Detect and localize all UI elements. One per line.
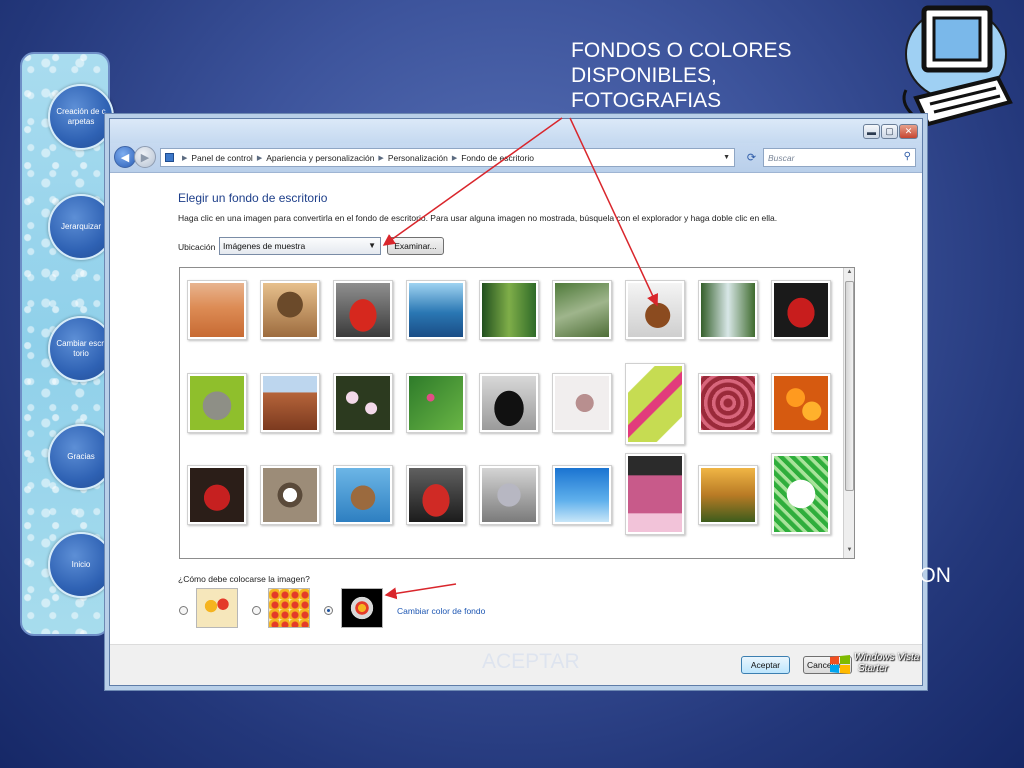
- close-button[interactable]: ✕: [899, 124, 918, 139]
- nav-button-label: Inicio: [71, 560, 91, 569]
- wallpaper-thumbnail-autumn-trees[interactable]: [698, 465, 758, 525]
- accept-button[interactable]: Aceptar: [741, 656, 790, 674]
- nav-button-label: Gracias: [67, 452, 95, 461]
- wallpaper-thumbnail-kung-fu-panda[interactable]: [260, 465, 320, 525]
- wallpaper-gallery: ▲ ▼: [179, 267, 855, 559]
- wallpaper-thumbnail-sports-car-red[interactable]: [406, 465, 466, 525]
- wallpaper-thumbnail-robot[interactable]: [479, 465, 539, 525]
- annotation-aceptar: ACEPTAR: [482, 650, 580, 673]
- location-selected-value: Imágenes de muestra: [223, 241, 306, 251]
- page-instructions: Haga clic en una imagen para convertirla…: [178, 213, 778, 223]
- window-titlebar: ▬ ▢ ✕: [110, 119, 922, 143]
- wallpaper-thumbnail-river[interactable]: [552, 280, 612, 340]
- forward-button[interactable]: ▶: [134, 146, 156, 168]
- maximize-icon: ▢: [885, 126, 894, 136]
- position-question-label: ¿Cómo debe colocarse la imagen?: [178, 574, 310, 584]
- nav-button-inicio[interactable]: Inicio: [48, 532, 114, 598]
- wallpaper-thumbnail-red-robots[interactable]: [187, 465, 247, 525]
- nav-button-creacion-carpetas[interactable]: Creación de carpetas: [48, 84, 114, 150]
- os-brand-line2: Starter: [858, 663, 889, 674]
- dropdown-arrow-icon: ▼: [368, 241, 376, 250]
- position-tile-radio[interactable]: [252, 606, 261, 615]
- nav-button-label: Cambiar escritorio: [56, 339, 106, 358]
- windows-flag-icon: [830, 655, 850, 674]
- scroll-up-icon[interactable]: ▲: [845, 269, 854, 279]
- wallpaper-thumbnail-orange-flowers[interactable]: [771, 373, 831, 433]
- wallpaper-thumbnail-red-sports-car[interactable]: [771, 280, 831, 340]
- gallery-scrollbar[interactable]: ▲ ▼: [843, 268, 854, 558]
- nav-button-gracias[interactable]: Gracias: [48, 424, 114, 490]
- position-center-radio[interactable]: [324, 606, 333, 615]
- breadcrumb-item[interactable]: Panel de control: [191, 153, 252, 163]
- arrow-right-icon: ▶: [140, 151, 150, 164]
- minimize-icon: ▬: [867, 126, 876, 137]
- chevron-right-icon: ▶: [256, 154, 263, 162]
- scroll-down-icon[interactable]: ▼: [845, 547, 854, 557]
- control-panel-icon: [165, 153, 174, 162]
- maximize-button[interactable]: ▢: [881, 124, 898, 139]
- breadcrumb-item[interactable]: Fondo de escritorio: [461, 153, 534, 163]
- slide-navigation-strip: Creación de carpetas Jerarquizar Cambiar…: [20, 52, 114, 636]
- wallpaper-thumbnail-canyon[interactable]: [260, 373, 320, 433]
- nav-button-jerarquizar[interactable]: Jerarquizar: [48, 194, 114, 260]
- page-title: Elegir un fondo de escritorio: [178, 191, 328, 205]
- position-stretch-preview[interactable]: [196, 588, 238, 628]
- minimize-button[interactable]: ▬: [863, 124, 880, 139]
- scroll-thumb[interactable]: [845, 281, 854, 491]
- arrow-left-icon: ◀: [120, 151, 130, 164]
- search-icon: ⚲: [903, 151, 911, 162]
- wallpaper-thumbnail-tree[interactable]: [260, 280, 320, 340]
- wallpaper-thumbnail-green-leaves[interactable]: [406, 373, 466, 433]
- wallpaper-thumbnail-blue-sky[interactable]: [552, 465, 612, 525]
- accept-button-label: Aceptar: [750, 660, 781, 670]
- refresh-button[interactable]: ⟳: [743, 148, 760, 167]
- address-toolbar: ◀ ▶ ▶ Panel de control ▶ Apariencia y pe…: [110, 143, 922, 173]
- wallpaper-thumbnail-whale[interactable]: [406, 280, 466, 340]
- browse-button-label: Examinar...: [394, 241, 437, 251]
- back-button[interactable]: ◀: [114, 146, 136, 168]
- annotation-fondos: FONDOS O COLORES DISPONIBLES, FOTOGRAFIA…: [571, 39, 792, 112]
- position-tile-preview[interactable]: [268, 588, 310, 628]
- nav-button-label: Creación de carpetas: [56, 107, 106, 126]
- wallpaper-thumbnail-sketch[interactable]: [552, 373, 612, 433]
- wallpaper-thumbnail-girl-poster[interactable]: [625, 453, 685, 535]
- chevron-right-icon: ▶: [378, 154, 384, 162]
- breadcrumb-item[interactable]: Personalización: [388, 153, 448, 163]
- position-stretch-radio[interactable]: [179, 606, 188, 615]
- wallpaper-thumbnail-waterfall[interactable]: [698, 280, 758, 340]
- search-input[interactable]: Buscar ⚲: [763, 148, 916, 167]
- address-bar[interactable]: ▶ Panel de control ▶ Apariencia y person…: [160, 148, 735, 167]
- location-label: Ubicación: [178, 242, 216, 252]
- computer-clipart-icon: [902, 5, 1013, 127]
- wallpaper-thumbnail-i-love-me[interactable]: [625, 363, 685, 445]
- wallpaper-thumbnail-desert[interactable]: [187, 280, 247, 340]
- wallpaper-thumbnail-shrek-donkey[interactable]: [187, 373, 247, 433]
- wallpaper-thumbnail-cars-truck[interactable]: [625, 280, 685, 340]
- chevron-right-icon: ▶: [182, 154, 188, 162]
- wallpaper-thumbnail-white-flowers[interactable]: [333, 373, 393, 433]
- position-center-preview[interactable]: [341, 588, 383, 628]
- nav-button-cambiar-escritorio[interactable]: Cambiar escritorio: [48, 316, 114, 382]
- location-dropdown[interactable]: Imágenes de muestra ▼: [219, 237, 381, 255]
- windows-vista-logo: Windows Vista Starter: [828, 649, 922, 685]
- wallpaper-thumbnail-squirrel[interactable]: [333, 465, 393, 525]
- os-brand-line1: Windows Vista: [854, 652, 920, 663]
- chevron-down-icon[interactable]: ▼: [723, 154, 730, 161]
- wallpaper-thumbnail-red-car[interactable]: [333, 280, 393, 340]
- browse-button[interactable]: Examinar...: [387, 237, 444, 255]
- wallpaper-thumbnail-forest[interactable]: [479, 280, 539, 340]
- chevron-right-icon: ▶: [451, 154, 458, 162]
- breadcrumb-item[interactable]: Apariencia y personalización: [266, 153, 374, 163]
- wallpaper-thumbnail-red-pattern[interactable]: [698, 373, 758, 433]
- nav-button-label: Jerarquizar: [60, 222, 101, 231]
- wallpaper-thumbnail-green-card[interactable]: [771, 453, 831, 535]
- os-brand-text: Windows Vista Starter: [854, 652, 919, 674]
- refresh-icon: ⟳: [746, 152, 757, 164]
- close-icon: ✕: [904, 126, 913, 136]
- annotation-caracteristicas: CARACTERISTICAS, CENTRADO, MOSAICO, CON …: [455, 564, 951, 614]
- search-placeholder: Buscar: [768, 152, 795, 163]
- wallpaper-thumbnail-black-car[interactable]: [479, 373, 539, 433]
